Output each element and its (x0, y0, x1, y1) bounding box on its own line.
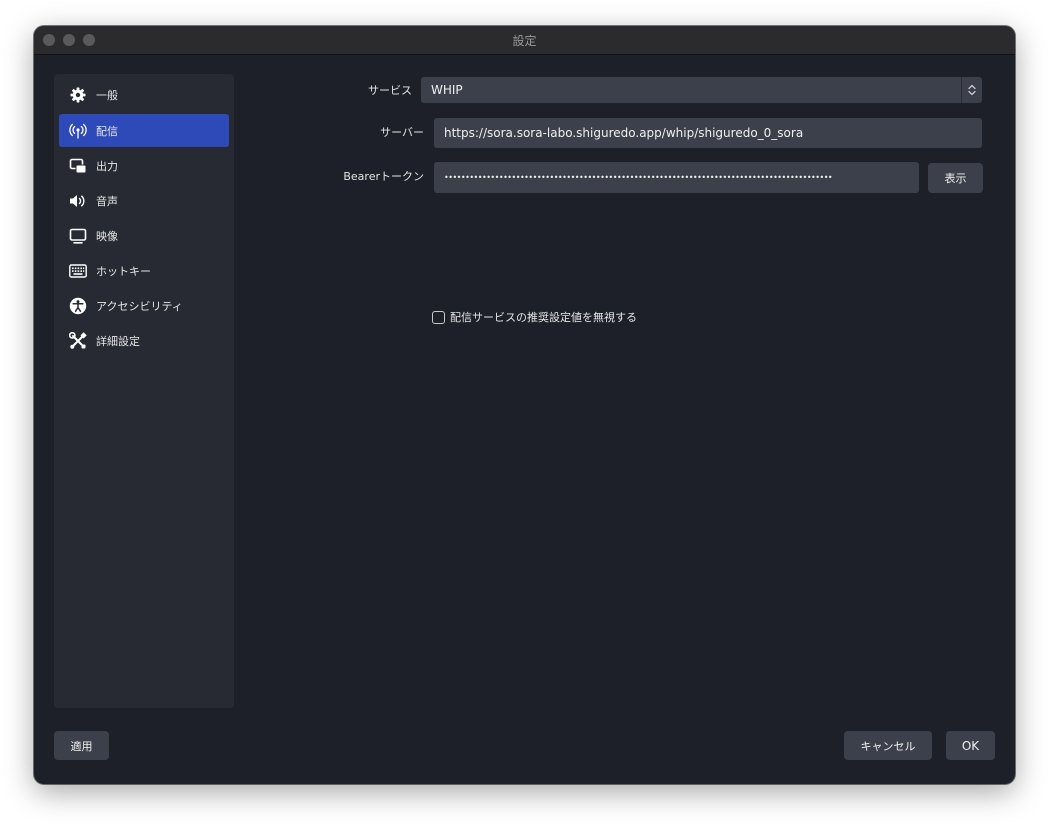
ignore-recommended-settings-label: 配信サービスの推奨設定値を無視する (450, 311, 637, 324)
tools-icon (68, 331, 88, 350)
sidebar-item-audio[interactable]: 音声 (59, 184, 229, 217)
ignore-recommended-settings-checkbox[interactable] (432, 310, 445, 324)
sidebar-item-label: 一般 (96, 88, 118, 102)
gear-icon (68, 86, 88, 104)
settings-window: 設定 一般 配信 出力 音声 映像 ホットキー アクセシビリティ 詳細設定 サー… (34, 26, 1015, 784)
server-input[interactable] (434, 118, 982, 148)
cancel-button[interactable]: キャンセル (844, 731, 932, 760)
sidebar-item-label: ホットキー (96, 264, 151, 278)
bearer-token-input[interactable] (434, 162, 919, 193)
sidebar-item-label: 詳細設定 (96, 334, 140, 348)
accessibility-icon (68, 297, 88, 315)
title-bar: 設定 (34, 26, 1015, 55)
show-token-button[interactable]: 表示 (928, 163, 983, 193)
sidebar-item-hotkeys[interactable]: ホットキー (59, 254, 229, 287)
sidebar-item-stream[interactable]: 配信 (59, 114, 229, 147)
sidebar-item-advanced[interactable]: 詳細設定 (59, 324, 229, 357)
sidebar-item-label: アクセシビリティ (96, 299, 183, 313)
ignore-recommended-settings-checkbox-row[interactable]: 配信サービスの推奨設定値を無視する (432, 309, 637, 325)
sidebar-item-general[interactable]: 一般 (59, 78, 229, 111)
settings-sidebar: 一般 配信 出力 音声 映像 ホットキー アクセシビリティ 詳細設定 (54, 74, 234, 708)
sidebar-item-label: 映像 (96, 229, 118, 243)
ok-button[interactable]: OK (946, 731, 995, 760)
service-select-value: WHIP (431, 83, 463, 97)
service-select[interactable]: WHIP (421, 77, 982, 103)
sidebar-item-label: 配信 (96, 124, 118, 138)
output-icon (68, 157, 88, 175)
server-label: サーバー (380, 126, 424, 139)
sidebar-item-output[interactable]: 出力 (59, 149, 229, 182)
sidebar-item-label: 出力 (96, 159, 118, 173)
chevron-updown-icon (961, 77, 982, 103)
broadcast-icon (68, 122, 88, 140)
sidebar-item-video[interactable]: 映像 (59, 219, 229, 252)
sidebar-item-label: 音声 (96, 194, 118, 208)
window-title: 設定 (512, 34, 537, 48)
apply-button[interactable]: 適用 (54, 731, 109, 760)
monitor-icon (68, 227, 88, 245)
keyboard-icon (68, 262, 88, 280)
speaker-icon (68, 192, 88, 210)
sidebar-item-accessibility[interactable]: アクセシビリティ (59, 289, 229, 322)
service-label: サービス (368, 84, 412, 97)
bearer-token-label: Bearerトークン (343, 170, 424, 183)
